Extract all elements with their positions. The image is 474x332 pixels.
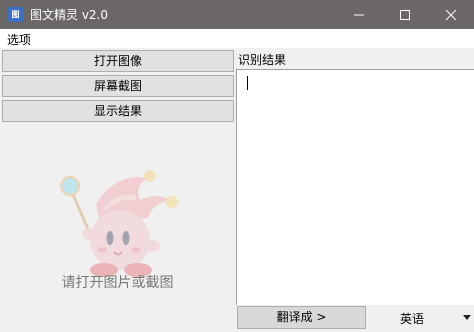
maximize-button[interactable] bbox=[382, 0, 428, 29]
screen-capture-button[interactable]: 屏幕截图 bbox=[2, 75, 234, 97]
title-bar[interactable]: 图 图文精灵 v2.0 bbox=[0, 0, 474, 29]
image-panel: 打开图像 屏幕截图 显示结果 请打开图片或截图 bbox=[0, 48, 235, 332]
target-language-select[interactable]: 英语 bbox=[367, 306, 474, 329]
close-icon bbox=[445, 9, 457, 21]
minimize-icon bbox=[354, 14, 364, 16]
maximize-icon bbox=[400, 10, 410, 20]
minimize-button[interactable] bbox=[336, 0, 382, 29]
app-icon: 图 bbox=[8, 7, 23, 22]
menu-options[interactable]: 选项 bbox=[7, 31, 31, 48]
result-panel: 识别结果 翻译成 > 英语 bbox=[236, 48, 474, 332]
result-textbox[interactable] bbox=[236, 69, 474, 305]
target-language-value: 英语 bbox=[399, 312, 424, 326]
dropdown-arrow-icon bbox=[463, 315, 471, 320]
close-button[interactable] bbox=[428, 0, 474, 29]
show-result-button[interactable]: 显示结果 bbox=[2, 100, 234, 122]
window-title: 图文精灵 v2.0 bbox=[30, 8, 109, 22]
placeholder-text: 请打开图片或截图 bbox=[61, 275, 174, 291]
translate-button[interactable]: 翻译成 > bbox=[237, 306, 366, 329]
app-window: 图 图文精灵 v2.0 选项 打开图像 屏幕截图 显示结果 请打开图片或截图 识… bbox=[0, 0, 474, 332]
open-image-button[interactable]: 打开图像 bbox=[2, 50, 234, 72]
menu-bar: 选项 bbox=[0, 29, 474, 48]
text-caret bbox=[247, 76, 248, 90]
result-label: 识别结果 bbox=[238, 53, 287, 67]
